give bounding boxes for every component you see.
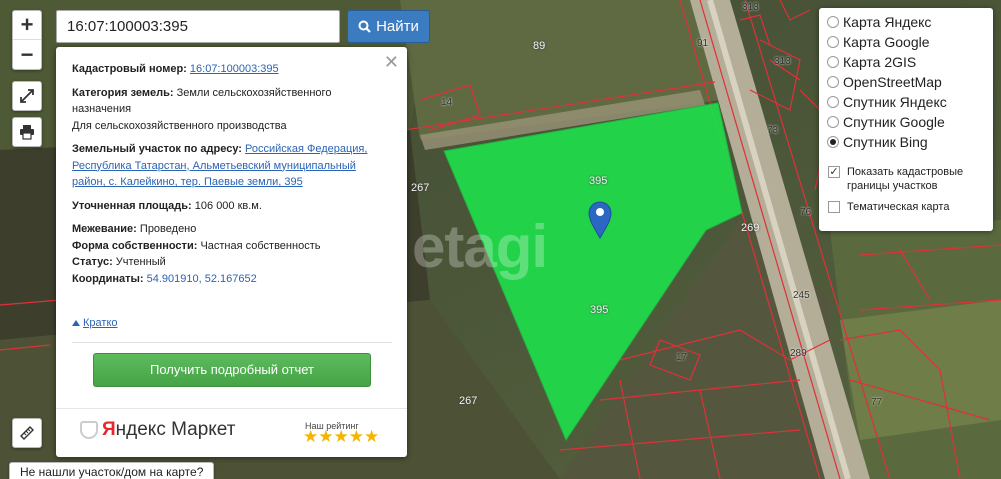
ownership-value: Частная собственность [200, 239, 321, 252]
ownership-label: Форма собственности: [72, 239, 198, 252]
layer-yandex-map[interactable]: Карта Яндекс [827, 14, 931, 30]
layer-google-satellite[interactable]: Спутник Google [827, 114, 945, 130]
search-button[interactable]: Найти [347, 10, 430, 43]
layer-label: Карта 2GIS [843, 54, 917, 70]
ruler-button[interactable] [12, 418, 42, 448]
checkbox-icon[interactable] [828, 201, 840, 213]
collapse-label: Кратко [83, 317, 118, 329]
layer-google-map[interactable]: Карта Google [827, 34, 930, 50]
layer-label: Карта Google [843, 34, 930, 50]
shield-icon [80, 421, 98, 439]
radio-icon[interactable] [827, 96, 839, 108]
checkbox-checked-icon[interactable]: ✓ [828, 166, 840, 178]
cadastral-label: Кадастровый номер: [72, 63, 187, 75]
ruler-icon [20, 426, 34, 440]
expand-icon [20, 89, 34, 103]
plot-label: 73 [767, 125, 779, 136]
yandex-logo-text: ндекс Маркет [115, 418, 236, 440]
layer-bing-satellite[interactable]: Спутник Bing [827, 134, 928, 150]
plot-label: 76 [800, 207, 812, 218]
plot-label: 395 [590, 304, 609, 316]
coords-label: Координаты: [72, 272, 144, 285]
plot-label: 289 [790, 348, 807, 359]
survey-value: Проведено [139, 223, 197, 235]
plot-label: 313 [774, 56, 791, 67]
plot-label: 395 [589, 175, 608, 187]
triangle-up-icon [72, 320, 80, 327]
show-borders-toggle[interactable]: ✓ Показать кадастровые границы участков [828, 165, 987, 193]
yandex-market-banner[interactable]: Яндекс Маркет Наш рейтинг ★★★★★ [56, 408, 407, 457]
printer-icon [20, 125, 34, 140]
search-icon [358, 20, 371, 33]
zoom-in-button[interactable]: + [13, 11, 41, 40]
parcel-info-popup: ✕ Кадастровый номер: 16:07:100003:395 Ка… [56, 47, 407, 457]
plot-label: 77 [871, 397, 883, 408]
close-icon[interactable]: ✕ [384, 53, 399, 71]
search-input[interactable]: 16:07:100003:395 [56, 10, 340, 43]
plot-label: 269 [741, 222, 760, 234]
layer-yandex-satellite[interactable]: Спутник Яндекс [827, 94, 947, 110]
cadastral-link[interactable]: 16:07:100003:395 [190, 63, 279, 75]
fullscreen-button[interactable] [12, 81, 42, 111]
plot-label: 245 [793, 290, 810, 301]
plot-label: 313 [742, 2, 759, 13]
plot-label: 267 [411, 182, 430, 194]
zoom-out-button[interactable]: − [13, 40, 41, 69]
radio-icon[interactable] [827, 76, 839, 88]
layer-2gis-map[interactable]: Карта 2GIS [827, 54, 916, 70]
not-found-help-link[interactable]: Не нашли участок/дом на карте? [9, 462, 215, 479]
plot-label: 14 [441, 97, 453, 108]
area-label: Уточненная площадь: [72, 199, 192, 212]
survey-label: Межевание: [72, 223, 137, 235]
area-value: 106 000 кв.м. [194, 199, 262, 212]
category-label: Категория земель: [72, 86, 174, 99]
yandex-market-logo[interactable]: Яндекс Маркет [80, 418, 236, 440]
search-button-label: Найти [376, 18, 419, 35]
radio-icon[interactable] [827, 36, 839, 48]
layer-label: OpenStreetMap [843, 74, 942, 90]
coords-value[interactable]: 54.901910, 52.167652 [147, 273, 257, 285]
watermark: etagi [412, 213, 548, 280]
detailed-report-button[interactable]: Получить подробный отчет [93, 353, 371, 387]
plot-label: 267 [459, 395, 478, 407]
rating-stars-icon: ★★★★★ [303, 427, 380, 446]
plot-label: 91 [697, 38, 709, 49]
collapse-link[interactable]: Кратко [72, 315, 118, 332]
radio-icon[interactable] [827, 56, 839, 68]
layer-label: Спутник Яндекс [843, 94, 947, 110]
thematic-map-toggle[interactable]: Тематическая карта [828, 200, 949, 214]
layer-label: Спутник Bing [843, 134, 928, 150]
status-label: Статус: [72, 256, 113, 268]
plot-label: 17 [676, 352, 688, 363]
radio-icon[interactable] [827, 16, 839, 28]
layer-openstreetmap[interactable]: OpenStreetMap [827, 74, 942, 90]
layer-label: Карта Яндекс [843, 14, 932, 30]
radio-icon[interactable] [827, 116, 839, 128]
address-label: Земельный участок по адресу: [72, 143, 242, 155]
radio-selected-icon[interactable] [827, 136, 839, 148]
category-use: Для сельскохозяйственного производства [72, 119, 287, 132]
yandex-logo-letter: Я [102, 418, 116, 440]
plot-label: 89 [533, 40, 546, 52]
print-button[interactable] [12, 117, 42, 147]
layer-label: Спутник Google [843, 114, 945, 130]
status-value: Учтенный [115, 256, 166, 268]
show-borders-label: Показать кадастровые границы участков [847, 166, 964, 192]
thematic-label: Тематическая карта [847, 201, 950, 213]
zoom-controls: + − [12, 10, 42, 70]
map-layers-panel: Карта Яндекс Карта Google Карта 2GIS Ope… [819, 8, 993, 231]
divider [72, 342, 392, 343]
